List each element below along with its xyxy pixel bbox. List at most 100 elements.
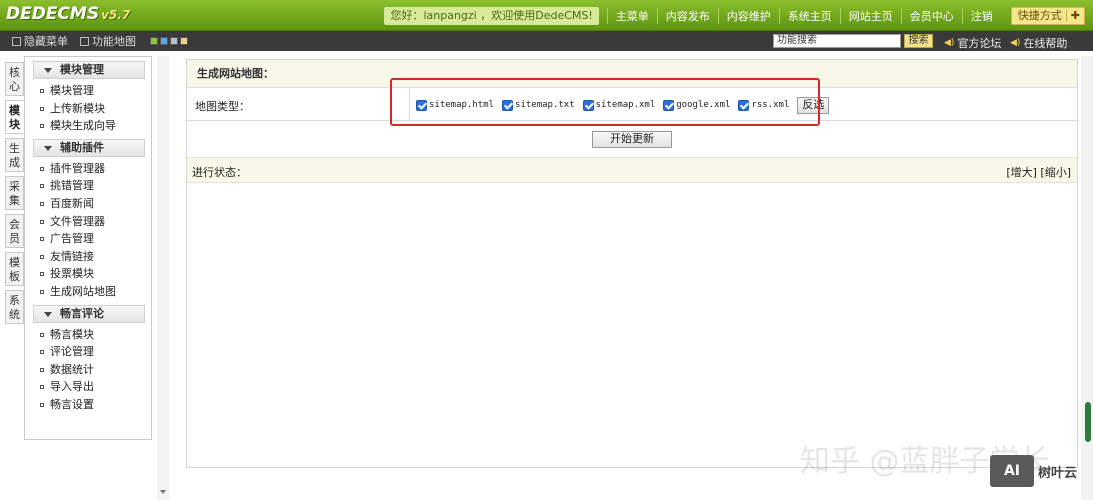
bullet-icon (40, 166, 44, 171)
ai-logo-icon: AI (990, 455, 1034, 487)
menu-item-baidu-news[interactable]: 百度新闻 (25, 195, 151, 213)
nav-system-home[interactable]: 系统主页 (778, 8, 840, 24)
bullet-icon (40, 124, 44, 129)
menu-item-module-wizard[interactable]: 模块生成向导 (25, 117, 151, 135)
menu-item-label: 友情链接 (50, 249, 94, 263)
scroll-down-arrow-icon[interactable] (160, 490, 166, 494)
tab-core[interactable]: 核心 (5, 62, 24, 96)
menu-item-label: 上传新模块 (50, 101, 105, 115)
left-menu: 模块管理 模块管理 上传新模块 模块生成向导 辅助插件 插件管理器 挑错管理 百… (24, 56, 152, 440)
tab-modules[interactable]: 模块 (5, 100, 24, 134)
bullet-icon (40, 350, 44, 355)
bullet-icon (40, 219, 44, 224)
status-label: 进行状态： (192, 166, 247, 179)
menu-item-statistics[interactable]: 数据统计 (25, 361, 151, 379)
scrollbar-thumb[interactable] (1085, 402, 1091, 442)
menu-item-label: 评论管理 (50, 345, 94, 359)
bullet-icon (40, 402, 44, 407)
quick-shortcuts-label: 快捷方式 (1017, 9, 1062, 22)
speaker-icon: ◀) (944, 38, 955, 48)
menu-item-plugin-manager[interactable]: 插件管理器 (25, 160, 151, 178)
greeting-text: 您好：lanpangzi ，欢迎使用DedeCMS! (384, 7, 599, 25)
menu-item-comment-manage[interactable]: 评论管理 (25, 343, 151, 361)
triangle-down-icon (44, 68, 52, 73)
menu-item-label: 挑错管理 (50, 179, 94, 193)
quick-separator (1065, 10, 1067, 22)
menu-item-label: 插件管理器 (50, 161, 105, 175)
nav-content-maintain[interactable]: 内容维护 (717, 8, 779, 24)
menu-item-label: 文件管理器 (50, 214, 105, 228)
vertical-tabs: 核心 模块 生成 采集 会员 模板 系统 (5, 62, 24, 328)
function-map-label: 功能地图 (92, 35, 136, 48)
zoom-controls[interactable]: [增大] [缩小] (1006, 164, 1071, 180)
highlight-annotation-box (390, 78, 820, 126)
official-forum-link[interactable]: ◀) 官方论坛 (944, 35, 1001, 51)
nav-site-home[interactable]: 网站主页 (839, 8, 901, 24)
group-title-label: 畅言评论 (60, 306, 104, 320)
menu-item-import-export[interactable]: 导入导出 (25, 378, 151, 396)
quick-shortcuts-button[interactable]: 快捷方式 ✚ (1010, 7, 1085, 25)
menu-item-changyan-module[interactable]: 畅言模块 (25, 326, 151, 344)
menu-item-label: 导入导出 (50, 380, 94, 394)
theme-swatch-blue[interactable] (160, 37, 168, 45)
bullet-icon (40, 272, 44, 277)
menu-item-label: 投票模块 (50, 267, 94, 281)
tab-generate[interactable]: 生成 (5, 138, 24, 172)
tab-members[interactable]: 会员 (5, 214, 24, 248)
plus-icon: ✚ (1070, 9, 1080, 22)
menu-item-vote-module[interactable]: 投票模块 (25, 265, 151, 283)
menu-item-label: 畅言模块 (50, 327, 94, 341)
tab-collect[interactable]: 采集 (5, 176, 24, 210)
start-update-button[interactable]: 开始更新 (592, 131, 672, 148)
bullet-icon (40, 254, 44, 259)
hide-menu-label: 隐藏菜单 (24, 35, 68, 48)
dedecms-logo[interactable]: DEDECMS v5.7 (6, 4, 130, 28)
bullet-icon (40, 289, 44, 294)
theme-swatches (150, 37, 188, 45)
menu-item-file-manager[interactable]: 文件管理器 (25, 213, 151, 231)
menu-item-module-management[interactable]: 模块管理 (25, 82, 151, 100)
status-row: 进行状态： [增大] [缩小] (187, 157, 1077, 183)
menu-item-label: 百度新闻 (50, 196, 94, 210)
group-title-label: 辅助插件 (60, 140, 104, 154)
menu-item-upload-module[interactable]: 上传新模块 (25, 100, 151, 118)
menu-item-error-report[interactable]: 挑错管理 (25, 177, 151, 195)
online-help-link[interactable]: ◀) 在线帮助 (1010, 35, 1067, 51)
menu-item-changyan-settings[interactable]: 畅言设置 (25, 396, 151, 414)
bullet-icon (40, 237, 44, 242)
bullet-icon (40, 184, 44, 189)
menu-item-ad-manager[interactable]: 广告管理 (25, 230, 151, 248)
map-type-label: 地图类型： (195, 100, 250, 113)
triangle-down-icon (44, 311, 52, 317)
bullet-icon (40, 332, 44, 337)
group-title-plugins[interactable]: 辅助插件 (33, 138, 145, 157)
left-scrollbar[interactable] (157, 56, 169, 500)
search-button[interactable]: 搜索 (904, 34, 933, 48)
tab-templates[interactable]: 模板 (5, 252, 24, 286)
bullet-icon (40, 89, 44, 93)
hide-menu-button[interactable]: 隐藏菜单 (12, 33, 68, 49)
top-nav: 您好：lanpangzi ，欢迎使用DedeCMS! 主菜单 内容发布 内容维护… (384, 6, 1085, 26)
group-title-changyan[interactable]: 畅言评论 (33, 304, 145, 323)
nav-content-publish[interactable]: 内容发布 (656, 8, 718, 24)
hide-menu-icon (12, 36, 21, 46)
theme-swatch-yellow[interactable] (180, 37, 188, 45)
bullet-icon (40, 201, 44, 206)
speaker-icon: ◀) (1010, 38, 1021, 48)
function-search-input[interactable]: 功能搜索 (773, 34, 901, 48)
menu-item-label: 生成网站地图 (50, 284, 116, 298)
tab-system[interactable]: 系统 (5, 290, 24, 324)
menu-item-label: 畅言设置 (50, 397, 94, 411)
action-row: 开始更新 (187, 121, 1077, 157)
function-map-button[interactable]: 功能地图 (80, 33, 136, 49)
online-help-label: 在线帮助 (1023, 37, 1068, 50)
corner-logo: AI 树叶云 (990, 455, 1077, 487)
nav-member-center[interactable]: 会员中心 (900, 8, 962, 24)
menu-item-sitemap[interactable]: 生成网站地图 (25, 283, 151, 301)
theme-swatch-gray[interactable] (170, 37, 178, 45)
theme-swatch-green[interactable] (150, 37, 158, 45)
menu-item-friend-links[interactable]: 友情链接 (25, 248, 151, 266)
nav-logout[interactable]: 注销 (961, 8, 1001, 24)
group-title-module-management[interactable]: 模块管理 (33, 61, 145, 79)
nav-main-menu[interactable]: 主菜单 (606, 8, 657, 24)
